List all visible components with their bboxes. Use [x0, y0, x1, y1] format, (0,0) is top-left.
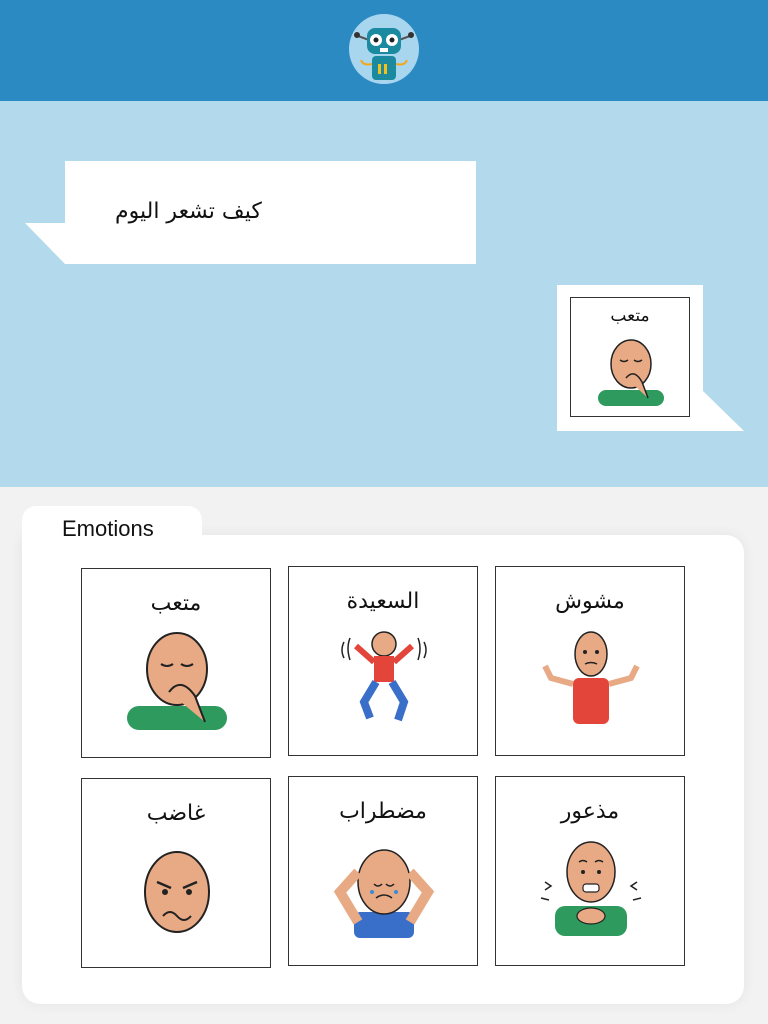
emotion-card[interactable]: مذعور: [495, 776, 685, 966]
answer-card[interactable]: متعب: [570, 297, 690, 417]
upset-crying-icon: [333, 849, 435, 938]
tab-emotions[interactable]: Emotions: [22, 506, 202, 562]
tired-face-icon: [127, 632, 227, 730]
emotion-card[interactable]: السعيدة: [288, 566, 478, 756]
emotion-label: مذعور: [560, 799, 620, 824]
answer-bubble: متعب: [557, 285, 703, 431]
confused-shrug-icon: [542, 631, 640, 724]
angry-face-icon: [144, 851, 210, 933]
emotion-label: متعب: [150, 591, 202, 616]
emotion-label: مشوش: [555, 589, 625, 614]
happy-dance-icon: [341, 631, 427, 722]
question-bubble: كيف تشعر اليوم: [65, 161, 476, 264]
app-header: [0, 0, 768, 101]
emotion-card[interactable]: غاضب: [81, 778, 271, 968]
emotion-label: غاضب: [146, 801, 206, 826]
tired-face-icon: [598, 339, 664, 406]
bubble-tail: [703, 391, 744, 435]
bubble-tail: [25, 223, 65, 264]
emotions-panel: متعب السعيدة مشوش غاضب مضطراب مذعور: [22, 535, 744, 1004]
emotion-card[interactable]: متعب: [81, 568, 271, 758]
tab-emotions-label: Emotions: [62, 516, 154, 541]
question-text: كيف تشعر اليوم: [115, 199, 262, 224]
emotion-card[interactable]: مضطراب: [288, 776, 478, 966]
emotion-label: السعيدة: [346, 589, 420, 614]
scared-trembling-icon: [540, 841, 642, 936]
emotion-card[interactable]: مشوش: [495, 566, 685, 756]
emotion-label: مضطراب: [339, 799, 427, 824]
robot-icon[interactable]: [349, 14, 419, 84]
chat-area: كيف تشعر اليوم متعب: [0, 101, 768, 487]
answer-card-label: متعب: [610, 306, 650, 326]
